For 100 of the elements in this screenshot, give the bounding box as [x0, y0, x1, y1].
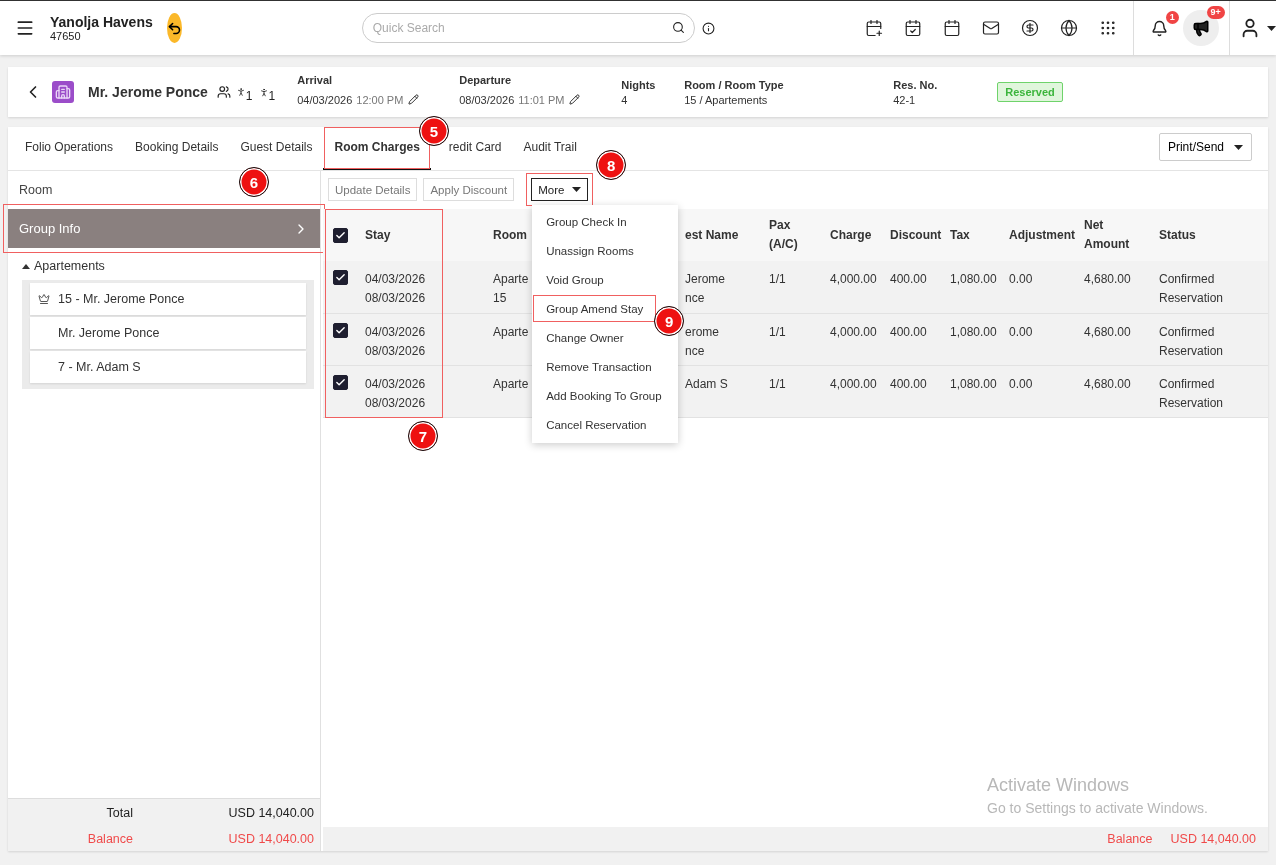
activation-title: Activate Windows — [987, 775, 1131, 796]
table-cell-text: 4,680.00 — [1084, 375, 1131, 393]
search-icon[interactable] — [671, 21, 685, 34]
stay-date: 08/03/2026 — [365, 342, 426, 360]
toolbar-button[interactable]: Update Details — [328, 178, 418, 201]
field-label: Room / Room Type — [684, 78, 784, 91]
tab[interactable]: redit Card — [446, 126, 513, 170]
field-time: 11:01 PM — [518, 93, 565, 106]
table-cell-text: 1/1 — [769, 271, 786, 288]
table-cell-text: 0.00 — [1009, 271, 1033, 288]
group-info-button[interactable]: Group Info — [8, 209, 320, 248]
announcement-count: 9+ — [1206, 6, 1225, 19]
table-cell-text: 400.00 — [890, 323, 927, 341]
crown-icon — [38, 293, 50, 305]
guest-name: Mr. Jerome Ponce — [88, 84, 208, 100]
field-label: Nights — [621, 78, 656, 91]
table-cell-text: 1,080.00 — [950, 323, 997, 341]
child-count: 1 — [268, 89, 276, 103]
balance-label: Balance — [1107, 832, 1153, 846]
column-header: est Name — [685, 226, 739, 244]
caret-icon — [22, 263, 30, 269]
table-cell-text: Aparte — [493, 271, 529, 288]
column-header: Charge — [830, 226, 872, 244]
table-cell-text: Jerome — [685, 271, 725, 288]
table-cell-text: Aparte — [493, 323, 529, 341]
tab[interactable]: Guest Details — [229, 126, 324, 170]
table-cell-text: erome — [685, 323, 719, 341]
field-value: 4 — [621, 93, 628, 106]
table-cell-text: Adam S — [685, 375, 728, 393]
table-cell-text: 0.00 — [1009, 323, 1033, 341]
balance-value: USD 14,040.00 — [228, 831, 314, 846]
field-value: 42-1 — [893, 93, 916, 106]
table-cell-text: 4,000.00 — [830, 375, 877, 393]
row-checkbox[interactable] — [333, 322, 348, 338]
status-text: Confirmed Reservation — [1159, 271, 1225, 307]
step-marker: 6 — [239, 167, 269, 197]
select-all-checkbox[interactable] — [333, 227, 348, 243]
table-cell-text: 1/1 — [769, 323, 786, 341]
field-label: Arrival — [297, 73, 333, 86]
column-header: Room — [493, 226, 527, 244]
column-header: Pax (A/C) — [769, 217, 799, 253]
tab[interactable]: Booking Details — [124, 126, 230, 170]
check-icon — [335, 272, 346, 283]
table-cell-text: 1/1 — [769, 375, 786, 393]
caret-icon — [1267, 25, 1276, 31]
table-cell-text: nce — [685, 290, 705, 307]
room-item[interactable]: Mr. Jerome Ponce — [30, 317, 306, 349]
caret-icon — [1234, 144, 1243, 150]
field-value: 15 / Apartements — [684, 93, 768, 106]
room-item[interactable]: 7 - Mr. Adam S — [30, 351, 306, 383]
table-cell-text: nce — [685, 342, 705, 360]
announcement-button[interactable] — [1182, 10, 1219, 46]
table-cell-text: 4,000.00 — [830, 323, 877, 341]
table-cell-text: Aparte — [493, 375, 529, 393]
field-value: 08/03/2026 — [459, 93, 515, 106]
table-cell-text: 1,080.00 — [950, 375, 997, 393]
field-label: Res. No. — [893, 78, 938, 91]
undo-icon — [166, 20, 182, 36]
stay-date: 04/03/2026 — [365, 323, 426, 341]
check-icon — [335, 324, 346, 336]
adult-count: 1 — [245, 89, 253, 103]
column-header: Tax — [950, 226, 970, 244]
search-field[interactable]: Quick Search — [361, 13, 695, 43]
field-label: Departure — [459, 73, 512, 86]
table-cell-text: 15 — [493, 290, 507, 307]
print-send-button[interactable]: Print/Send — [1158, 133, 1252, 161]
room-type-toggle[interactable]: Apartements — [8, 248, 105, 278]
total-label: Total — [105, 805, 133, 820]
step-marker: 8 — [596, 150, 627, 180]
column-header: Stay — [365, 226, 391, 244]
row-checkbox[interactable] — [333, 270, 348, 285]
row-checkbox[interactable] — [333, 374, 348, 390]
table-cell-text: 4,680.00 — [1084, 323, 1131, 341]
menu-item[interactable]: Group Amend Stay — [532, 294, 658, 323]
table-cell-text: 4,680.00 — [1084, 271, 1131, 288]
total-value: USD 14,040.00 — [228, 805, 314, 820]
field-value: 04/03/2026 — [297, 93, 353, 106]
stay-date: 08/03/2026 — [365, 290, 426, 307]
table-cell-text: 0.00 — [1009, 375, 1033, 393]
field-time: 12:00 PM — [356, 93, 404, 106]
tab[interactable]: Folio Operations — [14, 126, 125, 170]
balance-value: USD 14,040.00 — [1170, 832, 1256, 846]
activation-text: Go to Settings to activate Windows. — [987, 800, 1208, 816]
hotel-name: Yanolja Havens — [50, 14, 153, 30]
undo-button[interactable] — [166, 13, 182, 43]
check-icon — [335, 376, 346, 388]
table-cell-text: 400.00 — [890, 271, 927, 288]
notification-count: 1 — [1165, 11, 1179, 24]
table-cell-text: 400.00 — [890, 375, 927, 393]
toolbar-button[interactable]: Apply Discount — [423, 178, 515, 201]
stay-date: 04/03/2026 — [365, 271, 426, 288]
hotel-id: 47650 — [50, 30, 82, 42]
building-icon — [52, 81, 74, 103]
table-cell-text: 4,000.00 — [830, 271, 877, 288]
tab[interactable]: Audit Trail — [512, 126, 588, 170]
status-badge: Reserved — [997, 82, 1063, 102]
balance-label: Balance — [86, 831, 133, 846]
room-item[interactable]: 15 - Mr. Jerome Ponce — [30, 283, 306, 315]
check-icon — [335, 229, 346, 241]
step-marker: 5 — [418, 116, 449, 146]
